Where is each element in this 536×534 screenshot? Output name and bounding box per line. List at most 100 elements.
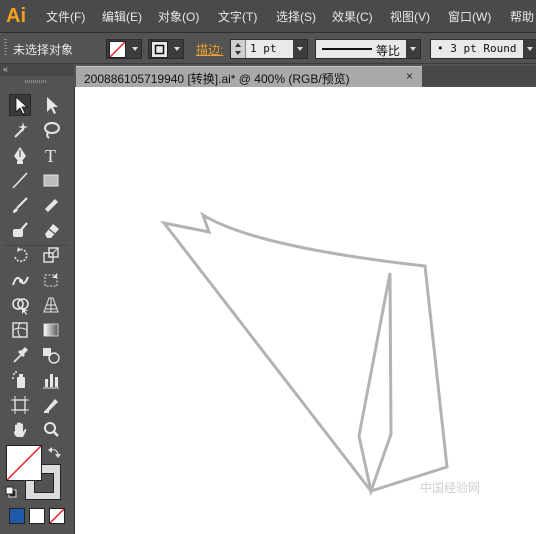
rectangle-tool[interactable] bbox=[40, 169, 62, 191]
menu-help[interactable]: 帮助 bbox=[510, 8, 534, 25]
eyedropper-tool[interactable] bbox=[9, 344, 31, 366]
symbol-sprayer-icon bbox=[12, 371, 25, 388]
pen-tool[interactable] bbox=[9, 144, 31, 166]
artboard-canvas[interactable] bbox=[74, 87, 536, 534]
blob-brush-icon bbox=[13, 222, 28, 237]
column-graph-tool[interactable] bbox=[40, 369, 62, 391]
color-mode-button[interactable] bbox=[9, 508, 25, 524]
scale-tool[interactable] bbox=[40, 244, 62, 266]
tools-panel-header[interactable]: « bbox=[0, 64, 74, 76]
chevron-down-icon bbox=[132, 47, 138, 51]
pencil-icon bbox=[45, 199, 58, 213]
menu-select[interactable]: 选择(S) bbox=[276, 8, 316, 25]
paintbrush-tool[interactable] bbox=[9, 194, 31, 216]
stroke-weight-dropdown[interactable] bbox=[293, 40, 307, 58]
control-bar: 未选择对象 描边: 1 pt 等比 • 3 pt Round bbox=[0, 33, 536, 64]
free-transform-tool[interactable] bbox=[40, 269, 62, 291]
artboard-icon bbox=[11, 396, 29, 414]
mesh-icon bbox=[12, 322, 28, 338]
selection-arrow-icon bbox=[15, 96, 29, 115]
menu-object[interactable]: 对象(O) bbox=[158, 8, 199, 25]
scale-icon bbox=[43, 247, 59, 263]
shape-builder-tool[interactable] bbox=[9, 294, 31, 316]
gradient-tool[interactable] bbox=[40, 319, 62, 341]
mesh-tool[interactable] bbox=[9, 319, 31, 341]
stroke-swatch-button[interactable] bbox=[148, 39, 184, 59]
plane-outline-path[interactable] bbox=[160, 211, 449, 493]
menu-file[interactable]: 文件(F) bbox=[46, 8, 85, 25]
zoom-tool[interactable] bbox=[40, 419, 62, 441]
document-tab[interactable]: 200886105719940 [转换].ai* @ 400% (RGB/预览)… bbox=[76, 66, 422, 87]
eraser-tool[interactable] bbox=[40, 219, 62, 241]
width-tool[interactable] bbox=[9, 269, 31, 291]
rotate-icon bbox=[14, 247, 28, 263]
pencil-tool[interactable] bbox=[40, 194, 62, 216]
menu-view[interactable]: 视图(V) bbox=[390, 8, 430, 25]
none-mode-button[interactable] bbox=[49, 508, 65, 524]
symbol-sprayer-tool[interactable] bbox=[9, 369, 31, 391]
blob-brush-tool[interactable] bbox=[9, 219, 31, 241]
tools-panel-grip[interactable] bbox=[25, 80, 47, 83]
type-t-icon: T bbox=[45, 146, 56, 166]
menu-effect[interactable]: 效果(C) bbox=[332, 8, 373, 25]
variable-width-profile[interactable]: 等比 bbox=[315, 39, 421, 59]
free-transform-icon bbox=[44, 273, 58, 287]
brush-label: • 3 pt Round bbox=[437, 42, 517, 55]
brush-definition[interactable]: • 3 pt Round bbox=[430, 39, 536, 59]
lasso-icon bbox=[44, 122, 60, 139]
selection-tool[interactable] bbox=[9, 94, 31, 116]
collapse-icon[interactable]: « bbox=[3, 64, 8, 74]
fill-swatch-button[interactable] bbox=[106, 39, 142, 59]
stroke-label[interactable]: 描边: bbox=[196, 41, 223, 58]
plane-fold-path[interactable] bbox=[357, 272, 393, 497]
lasso-tool[interactable] bbox=[40, 119, 62, 141]
artboard-tool[interactable] bbox=[9, 394, 31, 416]
shape-builder-icon bbox=[12, 298, 29, 315]
tools-panel: « T bbox=[0, 64, 74, 534]
slice-knife-icon bbox=[44, 399, 58, 413]
profile-label: 等比 bbox=[376, 44, 401, 58]
document-title: 200886105719940 [转换].ai* @ 400% (RGB/预览) bbox=[84, 72, 350, 86]
fill-color-box[interactable] bbox=[6, 445, 42, 481]
none-swatch-icon bbox=[49, 508, 65, 524]
stroke-weight-field[interactable]: 1 pt bbox=[230, 39, 308, 59]
menu-edit[interactable]: 编辑(E) bbox=[102, 8, 142, 25]
paintbrush-icon bbox=[13, 197, 28, 213]
column-graph-icon bbox=[43, 374, 59, 389]
none-fill-icon bbox=[7, 446, 41, 480]
app-logo: Ai bbox=[6, 5, 26, 27]
width-icon bbox=[12, 276, 29, 286]
stroke-swatch-icon bbox=[151, 41, 168, 58]
zoom-magnifier-icon bbox=[44, 422, 59, 437]
paper-plane-artwork[interactable] bbox=[75, 87, 536, 534]
hand-tool[interactable] bbox=[9, 419, 31, 441]
chevron-down-icon bbox=[527, 47, 533, 51]
gradient-icon bbox=[43, 323, 59, 337]
direct-selection-tool[interactable] bbox=[40, 94, 62, 116]
type-tool[interactable]: T bbox=[40, 144, 62, 166]
eraser-icon bbox=[45, 224, 59, 238]
eyedropper-icon bbox=[13, 347, 28, 363]
menu-bar: Ai 文件(F) 编辑(E) 对象(O) 文字(T) 选择(S) 效果(C) 视… bbox=[0, 0, 536, 33]
gradient-mode-button[interactable] bbox=[29, 508, 45, 524]
brush-dropdown[interactable] bbox=[523, 40, 536, 58]
close-icon[interactable]: × bbox=[406, 69, 413, 83]
watermark-text: 中国经验网 bbox=[420, 481, 481, 495]
magic-wand-tool[interactable] bbox=[9, 119, 31, 141]
stroke-weight-value[interactable]: 1 pt bbox=[250, 42, 277, 55]
default-fill-stroke-icon[interactable] bbox=[5, 485, 17, 498]
swap-fill-stroke-icon[interactable] bbox=[48, 445, 62, 458]
blend-tool[interactable] bbox=[40, 344, 62, 366]
rotate-tool[interactable] bbox=[9, 244, 31, 266]
menu-type[interactable]: 文字(T) bbox=[218, 8, 257, 25]
slice-tool[interactable] bbox=[40, 394, 62, 416]
hand-icon bbox=[14, 422, 27, 437]
profile-dropdown[interactable] bbox=[406, 40, 420, 58]
chevron-down-icon bbox=[410, 47, 416, 51]
menu-window[interactable]: 窗口(W) bbox=[448, 8, 491, 25]
line-segment-tool[interactable] bbox=[9, 169, 31, 191]
perspective-grid-tool[interactable] bbox=[40, 294, 62, 316]
line-segment-icon bbox=[12, 172, 28, 189]
stepper-icon[interactable] bbox=[231, 40, 246, 58]
panel-grip[interactable] bbox=[4, 39, 7, 57]
